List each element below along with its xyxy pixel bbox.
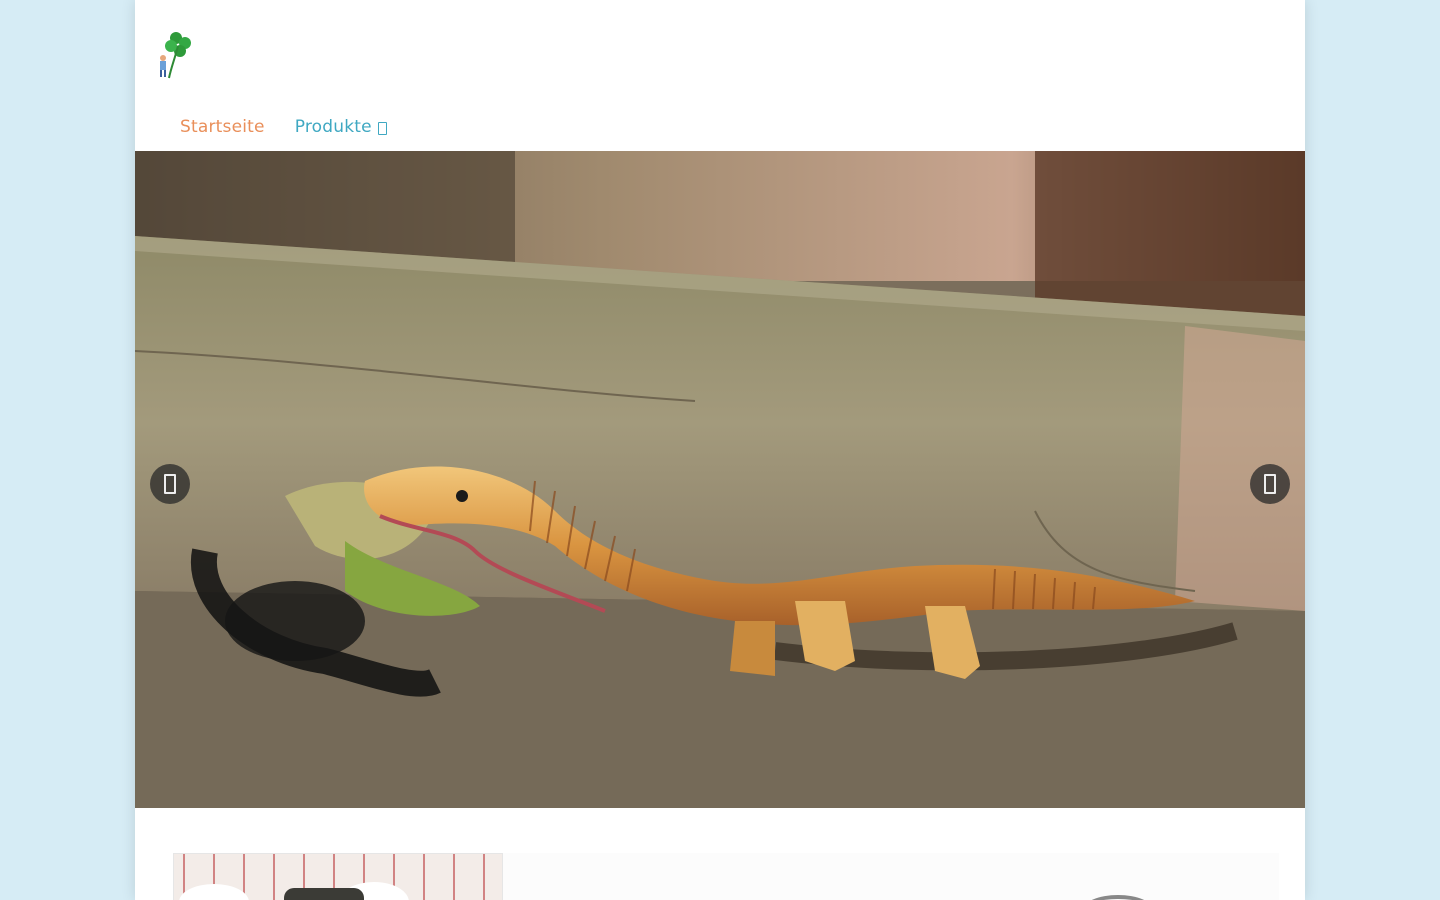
content-section: [135, 808, 1305, 900]
hero-slider: [135, 151, 1305, 808]
slider-next-button[interactable]: [1250, 464, 1290, 504]
hero-image-wooden-lizard: [135, 151, 1305, 808]
nav-link-products[interactable]: Produkte: [295, 117, 387, 137]
nav-link-home-label: Startseite: [180, 117, 265, 137]
product-thumbnails: [173, 853, 1279, 900]
slider-prev-button[interactable]: [150, 464, 190, 504]
product-thumbnail-image[interactable]: [173, 853, 503, 900]
page-container: Startseite Produkte: [135, 0, 1305, 900]
chevron-right-icon: [1264, 474, 1276, 494]
main-navigation: Startseite Produkte: [180, 117, 387, 137]
product-thumbnail-partial[interactable]: [1083, 895, 1153, 900]
nav-link-products-label: Produkte: [294, 117, 372, 137]
clover-logo-icon[interactable]: [155, 28, 197, 82]
nav-link-home[interactable]: Startseite: [180, 117, 265, 137]
dropdown-caret-icon: [377, 121, 387, 135]
chevron-left-icon: [164, 474, 176, 494]
